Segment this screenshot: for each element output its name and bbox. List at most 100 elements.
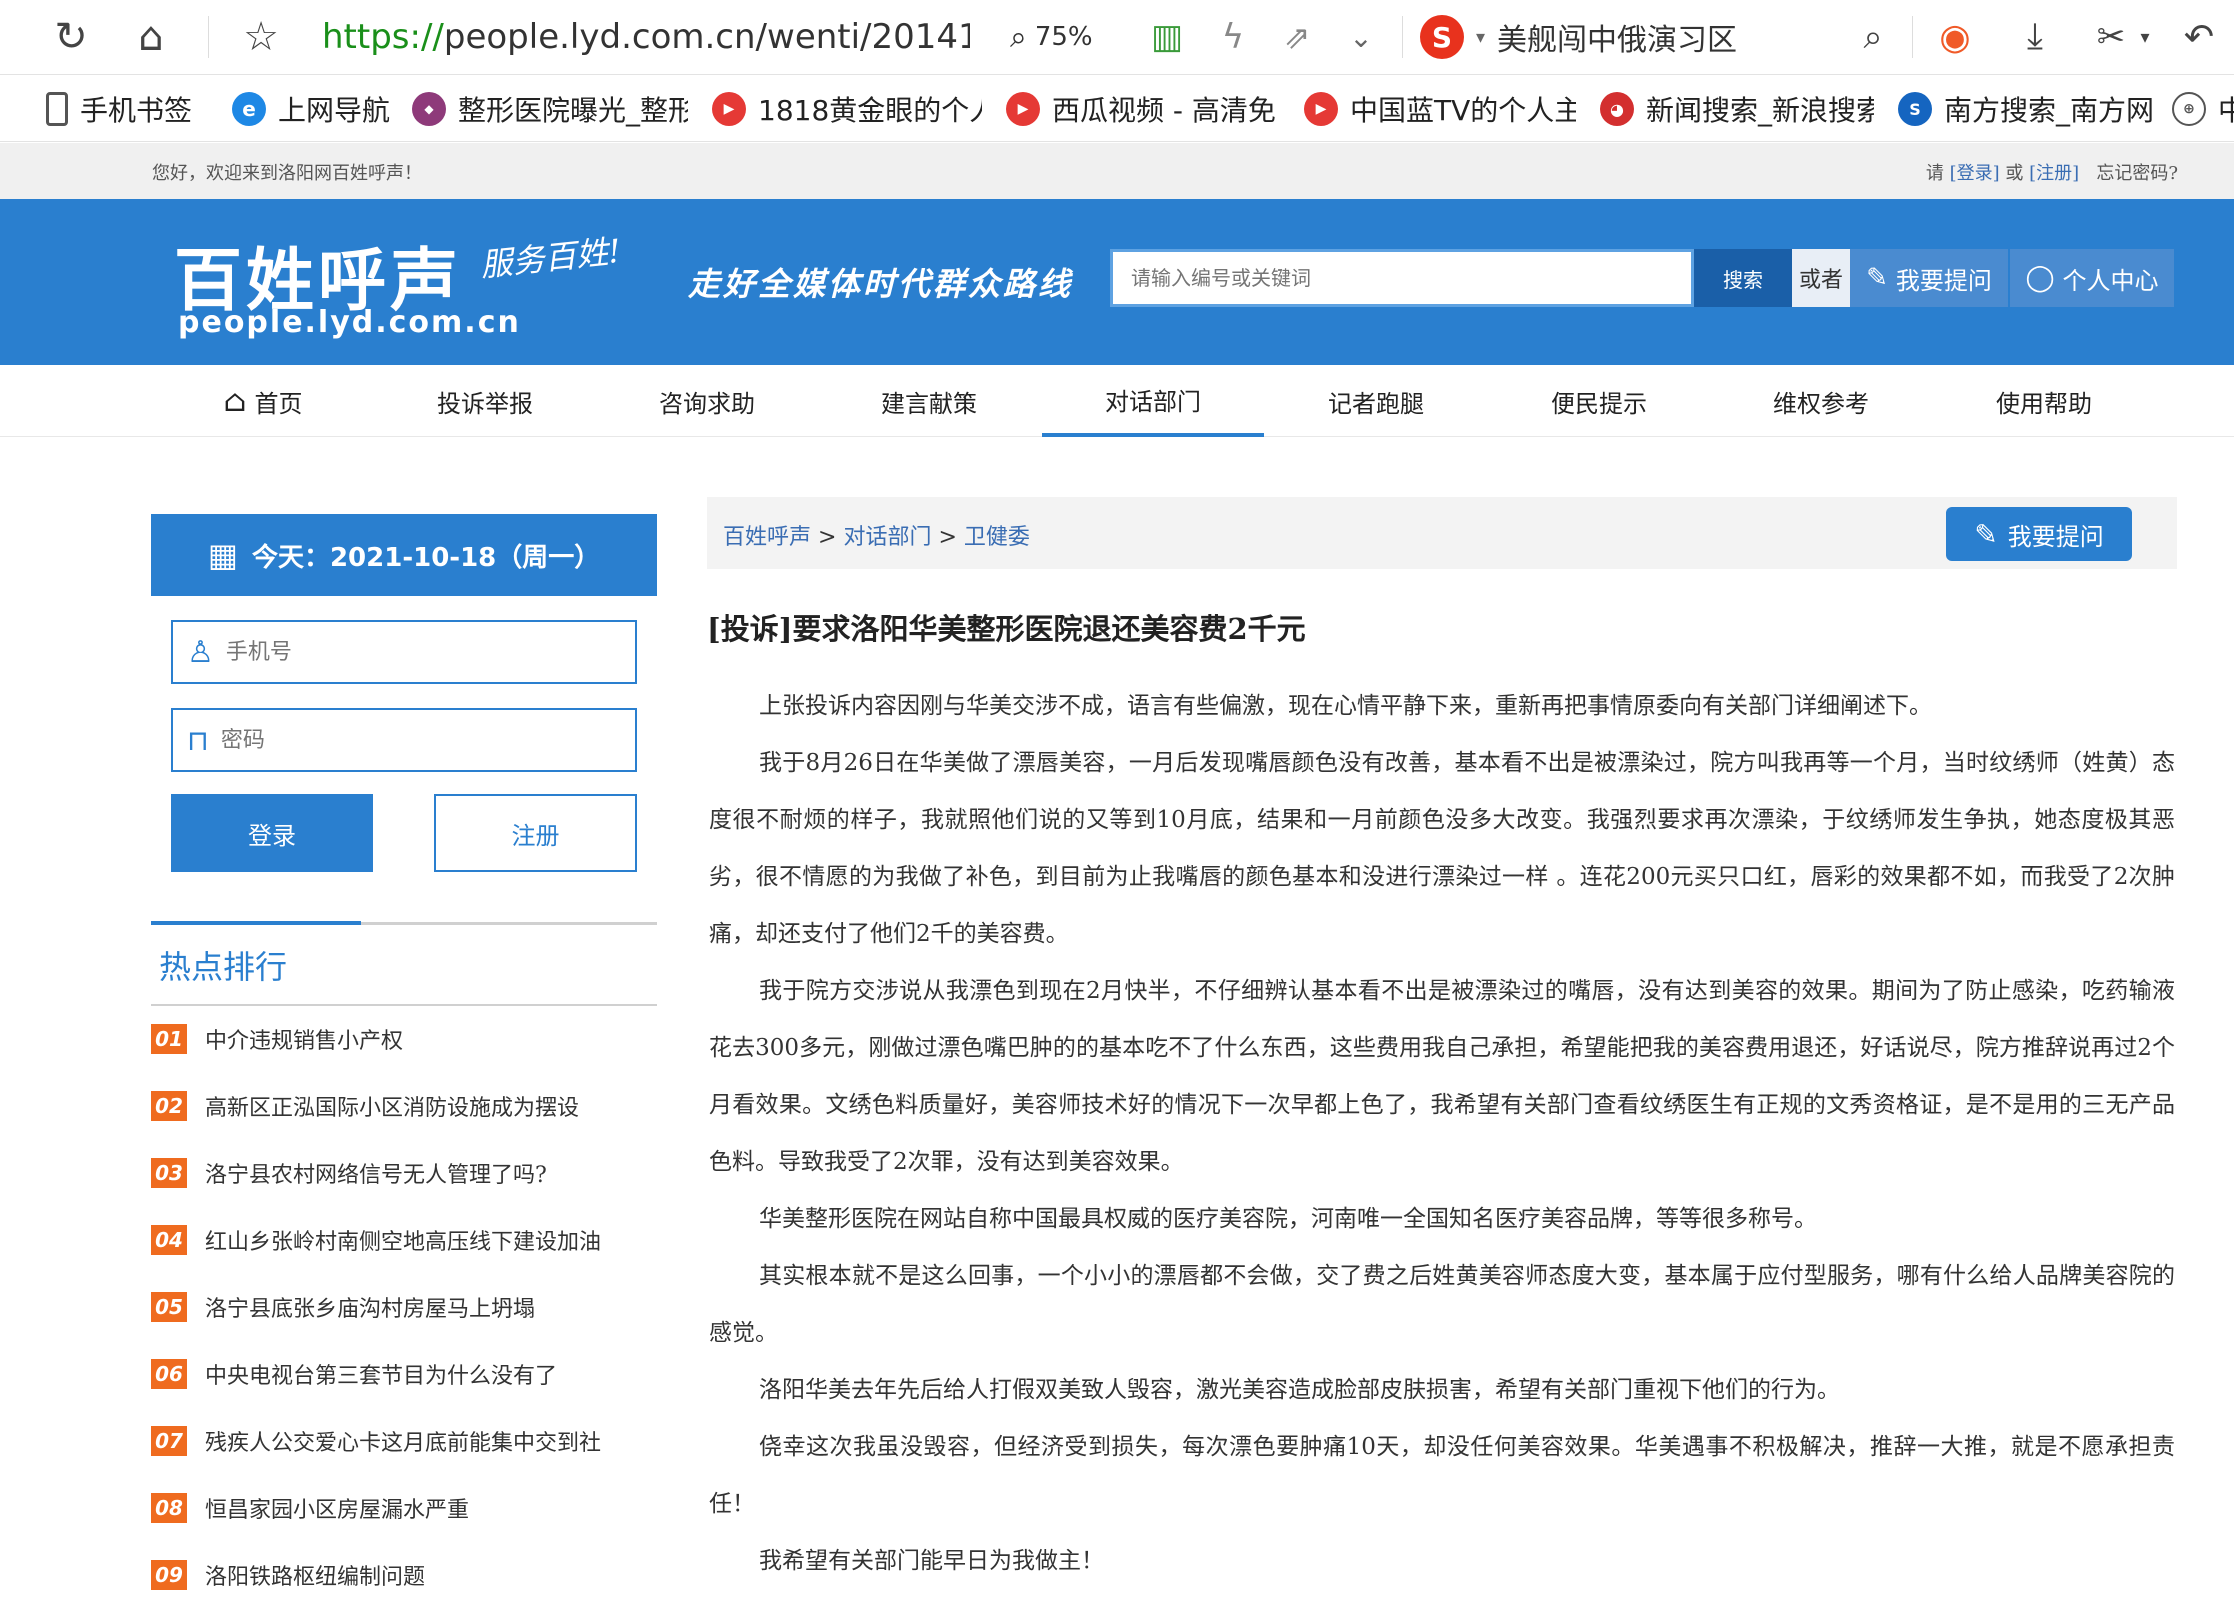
- hot-item[interactable]: 09 洛阳铁路枢纽编制问题: [151, 1558, 657, 1592]
- bookmark-item[interactable]: e 上网导航: [232, 86, 390, 132]
- hot-item[interactable]: 06 中央电视台第三套节目为什么没有了: [151, 1357, 657, 1391]
- scissors-dropdown-icon[interactable]: ▾: [2130, 10, 2160, 64]
- lock-icon: ⊓: [187, 723, 209, 757]
- article-paragraph: 上张投诉内容因刚与华美交涉不成，语言有些偏激，现在心情平静下来，重新再把事情原委…: [759, 693, 1932, 719]
- search-engine-text[interactable]: 美舰闯中俄演习区: [1497, 15, 1737, 59]
- bookmarks-bar: 手机书签 e 上网导航 ◆ 整形医院曝光_整形 ▶ 1818黄金眼的个人 ▶ 西…: [0, 76, 2234, 142]
- register-button[interactable]: 注册: [434, 794, 637, 872]
- hot-item[interactable]: 02 高新区正泓国际小区消防设施成为摆设: [151, 1089, 657, 1123]
- engine-dropdown-icon[interactable]: ▾: [1476, 27, 1485, 48]
- ie-icon: e: [232, 92, 266, 126]
- password-field[interactable]: ⊓: [171, 708, 637, 772]
- breadcrumb-sep: >: [931, 525, 964, 550]
- top-login-link[interactable]: [登录]: [1950, 163, 2000, 184]
- phone-input[interactable]: [225, 639, 606, 665]
- hot-item-title[interactable]: 洛宁县农村网络信号无人管理了吗?: [205, 1157, 547, 1189]
- edit-icon: ✎: [1866, 263, 1888, 293]
- site-search-input[interactable]: [1113, 252, 1691, 304]
- article-paragraph: 我于8月26日在华美做了漂唇美容，一月后发现嘴唇颜色没有改善，基本看不出是被漂染…: [709, 750, 2175, 947]
- edit-icon: ✎: [1974, 517, 1998, 551]
- logo-url: people.lyd.com.cn: [178, 305, 521, 340]
- bookmark-item[interactable]: ▶ 西瓜视频 - 高清免: [1006, 86, 1276, 132]
- download-icon[interactable]: ⤓: [2008, 10, 2062, 64]
- home-icon[interactable]: ⌂: [124, 10, 178, 64]
- ask-question-label: 我要提问: [2007, 522, 2104, 551]
- header-ask-button[interactable]: ✎ 我要提问: [1850, 249, 2008, 307]
- share-icon[interactable]: ⇗: [1270, 10, 1324, 64]
- top-register-link[interactable]: [注册]: [2029, 163, 2079, 184]
- zoom-search-icon: ⌕: [1010, 19, 1027, 55]
- article-paragraph: 其实根本就不是这么回事，一个小小的漂唇都不会做，交了费之后姓黄美容师态度大变，基…: [709, 1263, 2175, 1346]
- login-button[interactable]: 登录: [171, 794, 373, 872]
- article-paragraph: 华美整形医院在网站自称中国最具权威的医疗美容院，河南唯一全国知名医疗美容品牌，等…: [759, 1206, 1817, 1232]
- chevron-down-icon[interactable]: ⌄: [1334, 10, 1388, 64]
- hot-item[interactable]: 05 洛宁县底张乡庙沟村房屋马上坍塌: [151, 1290, 657, 1324]
- hot-item-title[interactable]: 中央电视台第三套节目为什么没有了: [205, 1358, 557, 1390]
- hot-item-title[interactable]: 洛宁县底张乡庙沟村房屋马上坍塌: [205, 1291, 535, 1323]
- user-center-label: 个人中心: [2062, 266, 2159, 295]
- address-bar-url[interactable]: https://people.lyd.com.cn/wenti/20141106: [322, 12, 970, 62]
- bookmark-item[interactable]: 手机书签: [46, 86, 192, 132]
- nav-reporter[interactable]: 记者跑腿: [1265, 365, 1487, 437]
- breadcrumb-sep: >: [811, 525, 844, 550]
- rank-badge: 04: [151, 1225, 187, 1255]
- search-icon[interactable]: ⌕: [1846, 10, 1900, 64]
- bookmark-item[interactable]: ▶ 中国蓝TV的个人主: [1304, 86, 1576, 132]
- hot-item[interactable]: 01 中介违规销售小产权: [151, 1022, 657, 1056]
- password-input[interactable]: [220, 727, 601, 753]
- reload-icon[interactable]: ↻: [44, 10, 98, 64]
- bookmark-item[interactable]: ◆ 整形医院曝光_整形: [412, 86, 688, 132]
- video-play-icon: ▶: [1304, 92, 1338, 126]
- header-ask-label: 我要提问: [1895, 266, 1992, 295]
- nav-help[interactable]: 使用帮助: [1933, 365, 2155, 437]
- hot-item-title[interactable]: 残疾人公交爱心卡这月底前能集中交到社: [205, 1425, 601, 1457]
- bookmark-item[interactable]: ▶ 1818黄金眼的个人: [712, 86, 982, 132]
- breadcrumb-link-home[interactable]: 百姓呼声: [723, 525, 811, 550]
- toolbar-divider: [208, 16, 209, 58]
- hot-item-title[interactable]: 中介违规销售小产权: [205, 1023, 403, 1055]
- nav-home[interactable]: ⌂ 首页: [152, 365, 374, 437]
- user-center-button[interactable]: ◯ 个人中心: [2010, 249, 2174, 307]
- rank-badge: 06: [151, 1359, 187, 1389]
- nav-rights[interactable]: 维权参考: [1710, 365, 1932, 437]
- hot-item-title[interactable]: 红山乡张岭村南侧空地高压线下建设加油: [205, 1224, 601, 1256]
- logo-slogan: 服务百姓!: [478, 231, 623, 285]
- hot-divider-accent: [151, 921, 361, 925]
- account-links-or: 或: [1999, 163, 2030, 184]
- hot-item[interactable]: 04 红山乡张岭村南侧空地高压线下建设加油: [151, 1223, 657, 1257]
- hot-item[interactable]: 03 洛宁县农村网络信号无人管理了吗?: [151, 1156, 657, 1190]
- nav-suggest[interactable]: 建言献策: [818, 365, 1040, 437]
- forgot-password-link[interactable]: 忘记密码?: [2096, 163, 2178, 184]
- hot-item-title[interactable]: 恒昌家园小区房屋漏水严重: [205, 1492, 469, 1524]
- nav-complaint[interactable]: 投诉举报: [374, 365, 596, 437]
- bookmark-item[interactable]: S 南方搜索_南方网: [1898, 86, 2154, 132]
- hot-ranking-title: 热点排行: [159, 948, 288, 986]
- search-engine-box[interactable]: S ▾ 美舰闯中俄演习区: [1420, 10, 1737, 64]
- gamepad-icon[interactable]: ◉: [1928, 10, 1982, 64]
- browser-toolbar: ↻ ⌂ ☆ https://people.lyd.com.cn/wenti/20…: [0, 0, 2234, 75]
- video-play-icon: ▶: [1006, 92, 1040, 126]
- breadcrumb-link-section[interactable]: 对话部门: [843, 525, 931, 550]
- hot-item-title[interactable]: 高新区正泓国际小区消防设施成为摆设: [205, 1090, 579, 1122]
- toolbar-divider: [1912, 16, 1913, 58]
- phone-field[interactable]: ♙: [171, 620, 637, 684]
- nav-tips[interactable]: 便民提示: [1488, 365, 1710, 437]
- main-nav: ⌂ 首页 投诉举报 咨询求助 建言献策 对话部门 记者跑腿 便民提示 维权参考 …: [0, 365, 2234, 437]
- hot-item[interactable]: 07 残疾人公交爱心卡这月底前能集中交到社: [151, 1424, 657, 1458]
- ask-question-button[interactable]: ✎ 我要提问: [1946, 507, 2132, 561]
- hot-item-title[interactable]: 洛阳铁路枢纽编制问题: [205, 1559, 425, 1591]
- breadcrumb-link-dept[interactable]: 卫健委: [964, 525, 1030, 550]
- header-slogan: 走好全媒体时代群众路线: [688, 265, 1074, 303]
- bookmark-item[interactable]: ◕ 新闻搜索_新浪搜索: [1600, 86, 1874, 132]
- nav-consult[interactable]: 咨询求助: [596, 365, 818, 437]
- hot-item[interactable]: 08 恒昌家园小区房屋漏水严重: [151, 1491, 657, 1525]
- undo-icon[interactable]: ↶: [2172, 10, 2226, 64]
- reader-mode-icon[interactable]: ▥: [1140, 10, 1194, 64]
- site-search-button[interactable]: 搜索: [1694, 249, 1792, 307]
- zoom-control[interactable]: ⌕ 75%: [1010, 12, 1093, 62]
- lightning-icon[interactable]: ϟ: [1206, 10, 1260, 64]
- bookmark-item[interactable]: ⊕ 中: [2172, 86, 2234, 132]
- nav-dialogue[interactable]: 对话部门: [1042, 365, 1264, 437]
- star-icon[interactable]: ☆: [234, 10, 288, 64]
- rank-badge: 01: [151, 1024, 187, 1054]
